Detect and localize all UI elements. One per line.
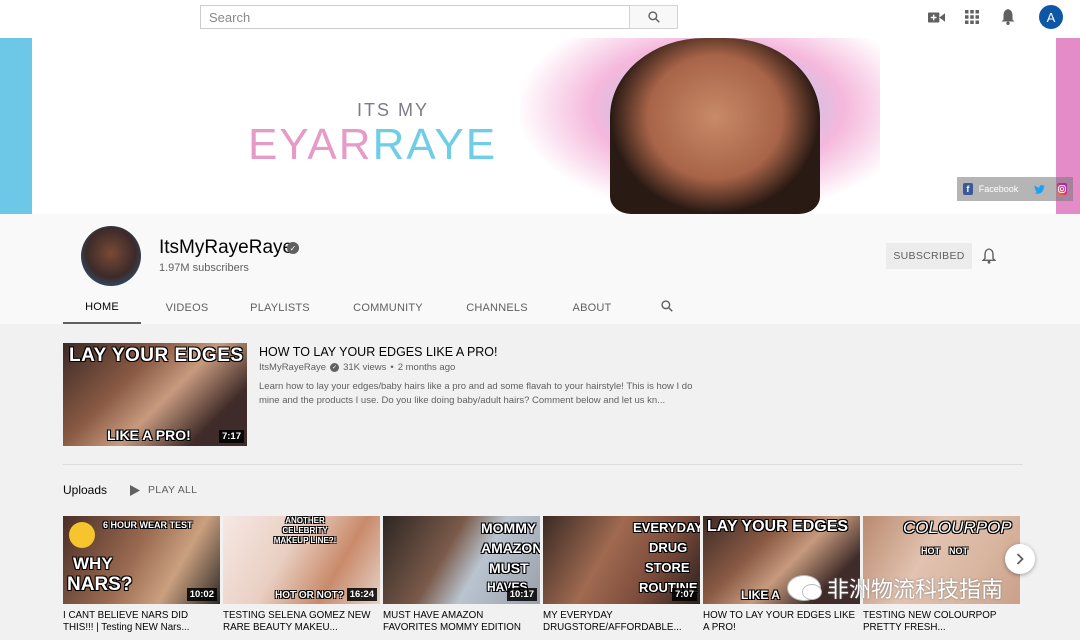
meta-separator: • [390,362,394,373]
channel-search-icon[interactable] [660,299,676,315]
tab-videos[interactable]: VIDEOS [143,292,231,324]
video-title[interactable]: MY EVERYDAY DRUGSTORE/AFFORDABLE... [543,610,700,634]
video-card[interactable]: EVERYDAY DRUG STORE ROUTINE 7:07 MY EVER… [543,516,700,634]
brand-logo-pink: EYAR [248,120,373,169]
banner-stripe-left [0,38,32,214]
channel-banner: ITS MY EYARRAYE f Facebook [0,38,1080,214]
wechat-icon [787,575,822,601]
uploads-heading[interactable]: Uploads [63,483,107,497]
thumb-overlay-text: MOMMY [481,520,537,536]
facebook-icon[interactable]: f [963,183,973,195]
video-card[interactable]: ANOTHER CELEBRITY MAKEUP LINE?! HOT OR N… [223,516,380,634]
instagram-icon[interactable] [1057,183,1067,195]
featured-thumb-text: LAY YOUR EDGES [69,345,244,366]
watermark-text: 非洲物流科技指南 [827,577,1004,602]
apps-grid-icon[interactable] [963,8,981,26]
social-links: f Facebook [957,177,1073,201]
brand-logo: EYARRAYE [248,120,497,170]
section-divider [63,464,1023,465]
thumb-overlay-text: 6 HOUR WEAR TEST [103,520,193,530]
play-all-button[interactable]: PLAY ALL [130,484,197,496]
video-thumbnail[interactable]: ANOTHER CELEBRITY MAKEUP LINE?! HOT OR N… [223,516,380,604]
thumb-overlay-text: NARS? [67,574,133,595]
video-duration: 10:02 [186,588,217,601]
thumb-overlay-text: LAY YOUR EDGES [707,518,849,535]
featured-views: 31K views [343,362,387,373]
video-duration: 7:07 [671,588,697,601]
featured-video-title[interactable]: HOW TO LAY YOUR EDGES LIKE A PRO! [259,345,498,359]
subscriber-count: 1.97M subscribers [159,262,249,274]
create-video-icon[interactable] [927,8,945,26]
video-title[interactable]: TESTING SELENA GOMEZ NEW RARE BEAUTY MAK… [223,610,380,634]
featured-age: 2 months ago [397,362,456,373]
play-icon [130,484,140,496]
thumb-overlay-text: ANOTHER CELEBRITY MAKEUP LINE?! [273,516,337,545]
search-icon [647,11,660,23]
video-title[interactable]: HOW TO LAY YOUR EDGES LIKE A PRO! [703,610,860,634]
search-button[interactable] [629,5,678,29]
featured-video-meta: ItsMyRayeRaye ✓ 31K views • 2 months ago [259,362,455,373]
thumb-overlay-text: WHY [73,554,113,573]
featured-thumb-text-2: LIKE A PRO! [107,427,191,443]
video-duration: 16:24 [346,588,377,601]
thumb-overlay-text: LIKE A [741,588,780,602]
thumb-overlay-text: COLOURPOP [903,518,1012,537]
thumb-overlay-text: HOT [921,546,940,556]
thumb-overlay-text: NOT [949,546,968,556]
video-title[interactable]: MUST HAVE AMAZON FAVORITES MOMMY EDITION [383,610,540,634]
featured-channel-name[interactable]: ItsMyRayeRaye [259,362,326,373]
search-input[interactable]: Search [200,5,630,29]
subscribed-button[interactable]: SUBSCRIBED [886,243,972,269]
channel-content: LAY YOUR EDGES LIKE A PRO! 7:17 HOW TO L… [0,324,1080,640]
notifications-bell-icon[interactable] [999,8,1017,26]
tab-about[interactable]: ABOUT [547,292,637,324]
video-thumbnail[interactable]: EVERYDAY DRUG STORE ROUTINE 7:07 [543,516,700,604]
video-thumbnail[interactable]: 6 HOUR WEAR TEST WHY NARS? 10:02 [63,516,220,604]
thumb-overlay-text: AMAZON [481,540,540,556]
featured-duration: 7:17 [218,430,244,443]
emoji-icon [69,522,95,548]
chevron-right-icon [1016,553,1024,565]
twitter-icon[interactable] [1034,183,1046,195]
top-bar: Search A [0,0,1080,38]
play-all-label: PLAY ALL [148,484,198,496]
featured-video-thumbnail[interactable]: LAY YOUR EDGES LIKE A PRO! 7:17 [63,343,247,446]
video-card[interactable]: 6 HOUR WEAR TEST WHY NARS? 10:02 I CANT … [63,516,220,634]
video-title[interactable]: I CANT BELIEVE NARS DID THIS!!! | Testin… [63,610,220,634]
video-title[interactable]: TESTING NEW COLOURPOP PRETTY FRESH... [863,610,1020,634]
featured-video-description: Learn how to lay your edges/baby hairs l… [259,381,693,406]
thumb-overlay-text: EVERYDAY [633,520,700,535]
video-card[interactable]: MOMMY AMAZON MUST HAVES 10:17 MUST HAVE … [383,516,540,634]
tab-channels[interactable]: CHANNELS [447,292,547,324]
tab-playlists[interactable]: PLAYLISTS [231,292,329,324]
verified-check-icon: ✓ [287,242,299,254]
banner-portrait [610,38,820,214]
channel-name: ItsMyRayeRaye [159,237,294,258]
channel-header: ItsMyRayeRaye ✓ 1.97M subscribers SUBSCR… [0,214,1080,324]
video-duration: 10:17 [506,588,537,601]
channel-bell-icon[interactable] [981,248,998,264]
thumb-overlay-text: STORE [645,560,690,575]
shelf-next-button[interactable] [1005,544,1035,574]
verified-check-icon: ✓ [330,363,340,372]
thumb-overlay-text: DRUG [649,540,688,555]
thumb-overlay-text: HOT OR NOT? [275,590,344,601]
brand-logo-blue: RAYE [372,120,498,169]
watermark: 非洲物流科技指南 [787,572,1003,604]
channel-avatar[interactable] [81,226,141,286]
channel-tabs: HOME VIDEOS PLAYLISTS COMMUNITY CHANNELS… [63,292,637,324]
video-thumbnail[interactable]: MOMMY AMAZON MUST HAVES 10:17 [383,516,540,604]
brand-tagline: ITS MY [357,100,430,120]
account-avatar[interactable]: A [1039,5,1063,29]
tab-community[interactable]: COMMUNITY [329,292,447,324]
facebook-link[interactable]: Facebook [979,184,1019,194]
tab-home[interactable]: HOME [63,292,141,324]
thumb-overlay-text: MUST [489,560,529,576]
